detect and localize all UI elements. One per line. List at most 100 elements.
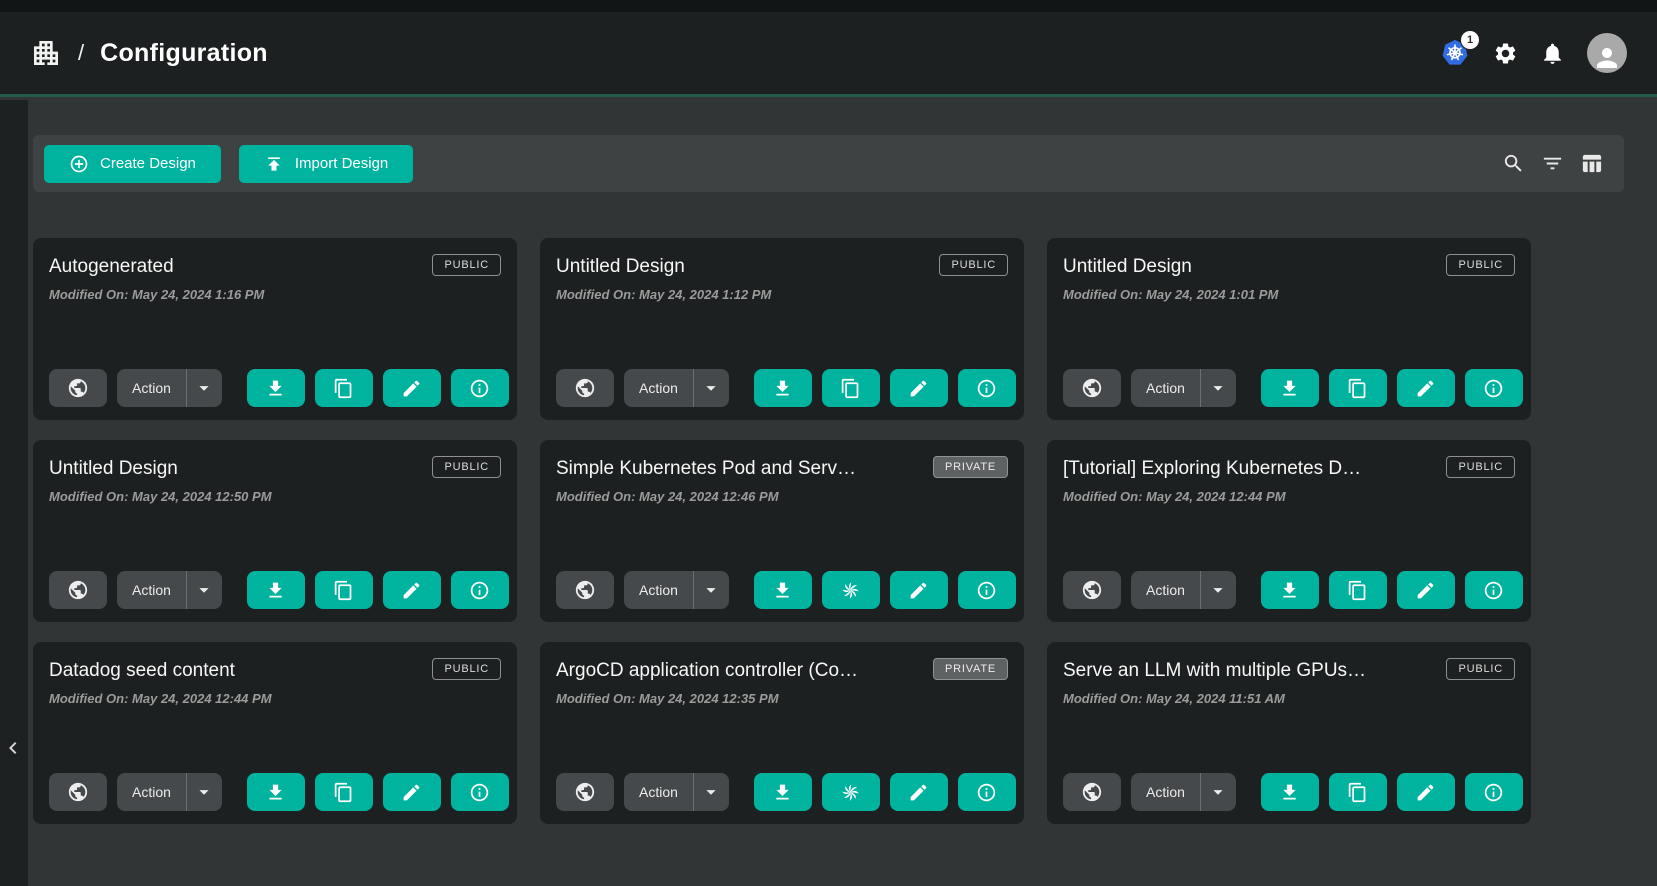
visibility-globe-button[interactable]: [556, 773, 614, 811]
action-dropdown-button[interactable]: [694, 773, 729, 811]
edit-pencil-icon: [401, 580, 422, 601]
filter-icon[interactable]: [1541, 152, 1564, 175]
edit-button[interactable]: [383, 773, 441, 811]
action-button[interactable]: Action: [117, 571, 186, 609]
info-button[interactable]: [451, 571, 509, 609]
download-icon: [772, 580, 793, 601]
modified-timestamp: Modified On: May 24, 2024 12:44 PM: [49, 691, 501, 706]
globe-icon: [1081, 377, 1103, 399]
info-button[interactable]: [451, 369, 509, 407]
action-dropdown-button[interactable]: [187, 773, 222, 811]
modified-timestamp: Modified On: May 24, 2024 12:35 PM: [556, 691, 1008, 706]
import-design-button[interactable]: Import Design: [239, 145, 413, 183]
action-dropdown-button[interactable]: [1201, 773, 1236, 811]
action-button[interactable]: Action: [624, 571, 693, 609]
edit-button[interactable]: [1397, 773, 1455, 811]
edit-button[interactable]: [890, 571, 948, 609]
info-button[interactable]: [1465, 773, 1523, 811]
visibility-globe-button[interactable]: [1063, 571, 1121, 609]
create-design-label: Create Design: [100, 155, 196, 172]
download-button[interactable]: [1261, 369, 1319, 407]
edit-button[interactable]: [383, 369, 441, 407]
download-button[interactable]: [247, 571, 305, 609]
chevron-down-icon: [1207, 781, 1229, 803]
info-button[interactable]: [958, 773, 1016, 811]
download-button[interactable]: [754, 773, 812, 811]
visibility-globe-button[interactable]: [556, 571, 614, 609]
visibility-globe-button[interactable]: [49, 773, 107, 811]
action-button[interactable]: Action: [624, 773, 693, 811]
design-title: Untitled Design: [556, 254, 685, 278]
designs-grid: Autogenerated PUBLIC Modified On: May 24…: [33, 238, 1531, 824]
gear-icon[interactable]: [1493, 41, 1518, 66]
search-icon[interactable]: [1502, 152, 1525, 175]
info-button[interactable]: [958, 571, 1016, 609]
edit-button[interactable]: [1397, 369, 1455, 407]
action-button[interactable]: Action: [624, 369, 693, 407]
action-dropdown-button[interactable]: [694, 571, 729, 609]
clone-button[interactable]: [822, 571, 880, 609]
table-view-icon[interactable]: [1580, 152, 1603, 175]
info-button[interactable]: [1465, 571, 1523, 609]
clone-button[interactable]: [822, 773, 880, 811]
download-button[interactable]: [247, 773, 305, 811]
kubernetes-count-badge: 1: [1461, 31, 1479, 49]
action-dropdown-button[interactable]: [1201, 369, 1236, 407]
visibility-globe-button[interactable]: [49, 369, 107, 407]
download-button[interactable]: [754, 571, 812, 609]
create-design-button[interactable]: Create Design: [44, 145, 221, 183]
download-button[interactable]: [754, 369, 812, 407]
edit-pencil-icon: [1415, 782, 1436, 803]
globe-icon: [574, 377, 596, 399]
action-dropdown-button[interactable]: [1201, 571, 1236, 609]
design-title: ArgoCD application controller (Co…: [556, 658, 858, 682]
visibility-globe-button[interactable]: [1063, 369, 1121, 407]
globe-icon: [574, 781, 596, 803]
action-split-button: Action: [117, 369, 222, 407]
action-button[interactable]: Action: [117, 773, 186, 811]
clone-button[interactable]: [315, 571, 373, 609]
download-button[interactable]: [247, 369, 305, 407]
download-button[interactable]: [1261, 773, 1319, 811]
bell-icon[interactable]: [1540, 41, 1565, 66]
edit-button[interactable]: [1397, 571, 1455, 609]
action-button[interactable]: Action: [1131, 773, 1200, 811]
kubernetes-icon[interactable]: 1: [1439, 38, 1471, 68]
download-icon: [1279, 782, 1300, 803]
visibility-globe-button[interactable]: [1063, 773, 1121, 811]
edit-button[interactable]: [383, 571, 441, 609]
visibility-globe-button[interactable]: [49, 571, 107, 609]
card-actions: Action: [49, 773, 509, 811]
clone-button[interactable]: [315, 369, 373, 407]
action-split-button: Action: [1131, 571, 1236, 609]
clone-button[interactable]: [1329, 773, 1387, 811]
edit-button[interactable]: [890, 773, 948, 811]
avatar[interactable]: [1587, 33, 1627, 73]
design-card: Untitled Design PUBLIC Modified On: May …: [33, 440, 517, 622]
clone-button[interactable]: [822, 369, 880, 407]
visibility-globe-button[interactable]: [556, 369, 614, 407]
action-button[interactable]: Action: [1131, 571, 1200, 609]
design-title: Untitled Design: [49, 456, 178, 480]
edit-pencil-icon: [1415, 580, 1436, 601]
action-dropdown-button[interactable]: [694, 369, 729, 407]
info-button[interactable]: [451, 773, 509, 811]
info-button[interactable]: [1465, 369, 1523, 407]
action-button[interactable]: Action: [117, 369, 186, 407]
clone-button[interactable]: [1329, 369, 1387, 407]
clone-button[interactable]: [315, 773, 373, 811]
info-icon: [976, 378, 997, 399]
info-button[interactable]: [958, 369, 1016, 407]
action-split-button: Action: [1131, 369, 1236, 407]
modified-timestamp: Modified On: May 24, 2024 1:01 PM: [1063, 287, 1515, 302]
action-button[interactable]: Action: [1131, 369, 1200, 407]
meshery-configuration-page: / Configuration: [0, 0, 1657, 886]
action-dropdown-button[interactable]: [187, 369, 222, 407]
download-button[interactable]: [1261, 571, 1319, 609]
action-dropdown-button[interactable]: [187, 571, 222, 609]
clone-button[interactable]: [1329, 571, 1387, 609]
edit-button[interactable]: [890, 369, 948, 407]
building-icon[interactable]: [30, 37, 62, 69]
chevron-down-icon: [193, 579, 215, 601]
chevron-left-icon[interactable]: [1, 736, 25, 760]
